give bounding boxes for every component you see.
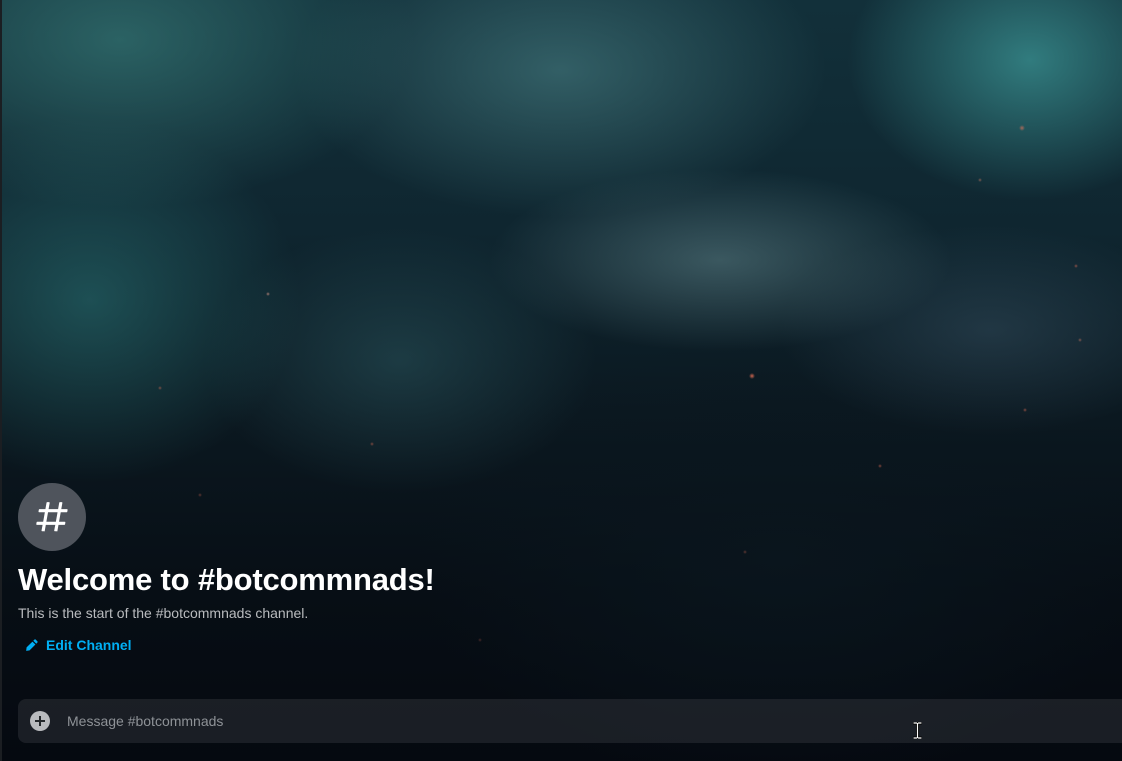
message-input[interactable]	[67, 699, 1122, 743]
message-composer	[18, 699, 1122, 743]
plus-circle-icon	[35, 716, 45, 726]
left-border	[0, 0, 2, 761]
edit-channel-label: Edit Channel	[46, 637, 132, 653]
channel-icon	[18, 483, 86, 551]
channel-background: Welcome to #botcommnads! This is the sta…	[0, 0, 1122, 761]
pencil-icon	[26, 639, 38, 651]
channel-welcome: Welcome to #botcommnads! This is the sta…	[18, 483, 918, 656]
welcome-title: Welcome to #botcommnads!	[18, 562, 435, 597]
edit-channel-button[interactable]: Edit Channel	[25, 636, 132, 654]
hashtag-icon	[36, 502, 68, 532]
welcome-subtitle: This is the start of the #botcommnads ch…	[18, 605, 309, 621]
attach-button[interactable]	[30, 711, 50, 731]
